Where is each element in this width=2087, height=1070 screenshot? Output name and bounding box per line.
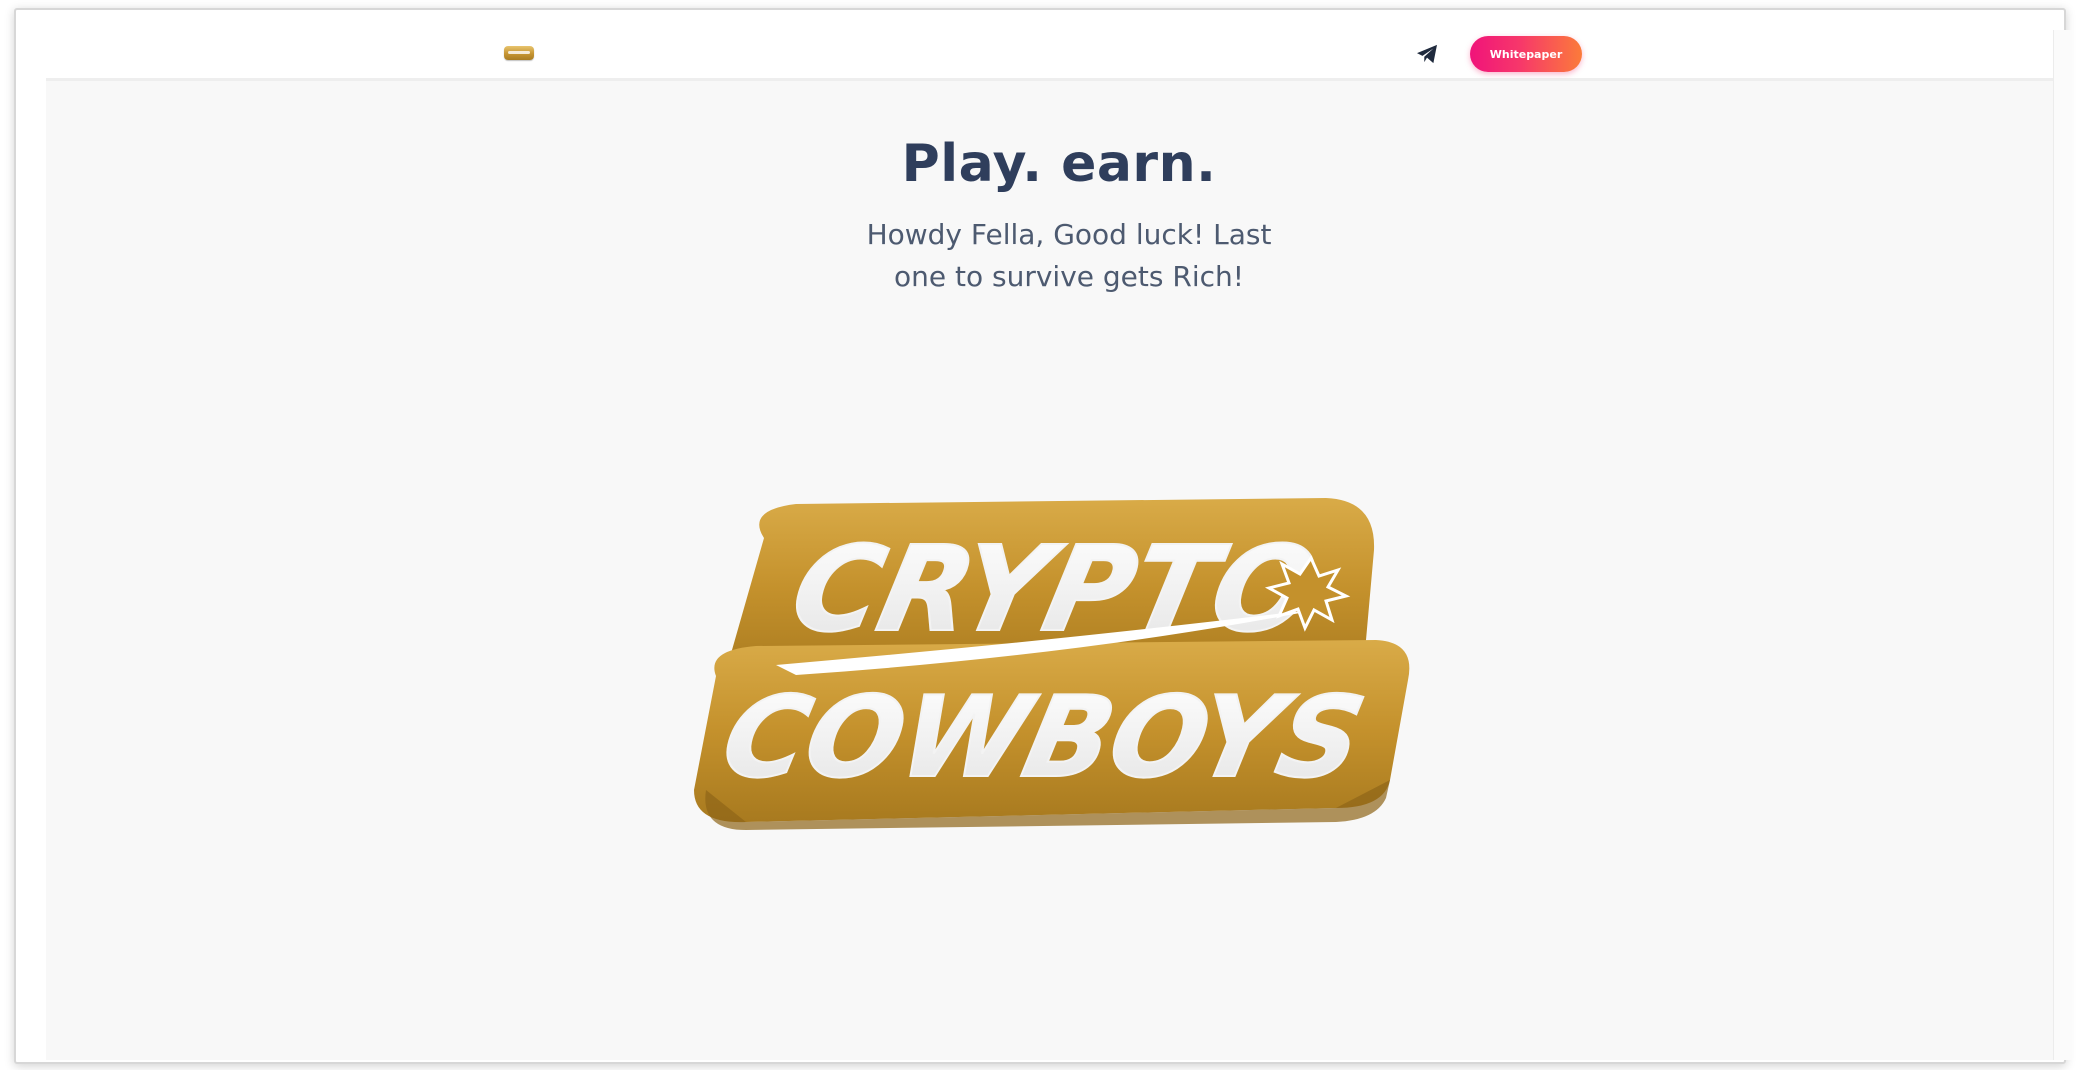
navbar: Whitepaper xyxy=(46,30,2072,81)
page: Whitepaper Play. earn. Howdy Fella, Good… xyxy=(46,30,2072,1060)
crypto-cowboys-logo: CRYPTO COWBOYS xyxy=(694,498,1410,830)
hero-title: Play. earn. xyxy=(901,134,1217,194)
gold-bar-logo-icon[interactable] xyxy=(504,46,534,60)
hero-subtitle-line2: one to survive gets Rich! xyxy=(894,260,1244,293)
brand-line-crypto: CRYPTO xyxy=(780,521,1329,658)
telegram-icon[interactable] xyxy=(1416,44,1438,64)
whitepaper-button[interactable]: Whitepaper xyxy=(1470,36,1582,72)
hero-subtitle-line1: Howdy Fella, Good luck! Last xyxy=(866,218,1272,251)
scrollbar[interactable] xyxy=(2053,30,2072,1060)
brand-line-cowboys: COWBOYS xyxy=(712,672,1375,803)
browser-frame: Whitepaper Play. earn. Howdy Fella, Good… xyxy=(14,8,2072,1064)
hero-subtitle: Howdy Fella, Good luck! Last one to surv… xyxy=(739,214,1399,298)
